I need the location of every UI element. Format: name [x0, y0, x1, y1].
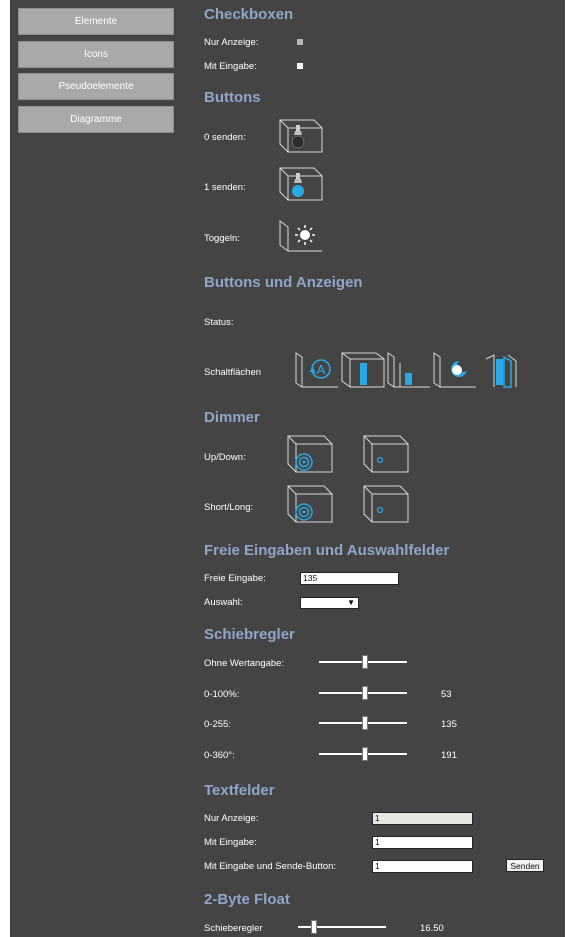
checkbox-input-label: Mit Eingabe:	[204, 61, 257, 72]
slider-value: 191	[441, 750, 457, 761]
textfeld-readonly-input: 1	[372, 812, 473, 825]
freie-eingabe-input[interactable]: 135	[300, 572, 399, 585]
section-schiebe-heading: Schiebregler	[204, 626, 295, 643]
input-checkbox[interactable]	[297, 63, 303, 69]
status-label: Status:	[204, 317, 234, 328]
send0-label: 0 senden:	[204, 132, 246, 143]
slider-thumb[interactable]	[311, 920, 317, 934]
slider-0-255[interactable]	[319, 716, 407, 730]
slider-0-100[interactable]	[319, 686, 407, 700]
senden-button[interactable]: Senden	[506, 859, 544, 872]
float-slider[interactable]	[298, 920, 386, 934]
nav-icons-button[interactable]: Icons	[18, 41, 174, 68]
float-slider-value: 16.50	[420, 923, 444, 934]
float-slider-label: Schieberegler	[204, 923, 263, 934]
textfeld-readonly-label: Nur Anzeige:	[204, 813, 259, 824]
auswahl-label: Auswahl:	[204, 597, 243, 608]
dimmer-updown-label: Up/Down:	[204, 452, 246, 463]
slider-value: 53	[441, 689, 452, 700]
nav-diagramme-button[interactable]: Diagramme	[18, 106, 174, 133]
textfeld-send-label: Mit Eingabe und Sende-Button:	[204, 861, 337, 872]
textfeld-input[interactable]: 1	[372, 836, 473, 849]
textfeld-send-input[interactable]: 1	[372, 860, 473, 873]
content-panel: Elemente Icons Pseudoelemente Diagramme …	[10, 0, 565, 937]
nav-elemente-button[interactable]: Elemente	[18, 8, 174, 35]
section-checkboxen-heading: Checkboxen	[204, 6, 294, 23]
nav-pseudoelemente-button[interactable]: Pseudoelemente	[18, 73, 174, 100]
section-float-heading: 2-Byte Float	[204, 891, 290, 908]
dimmer-shortlong-label: Short/Long:	[204, 502, 254, 513]
freie-eingabe-label: Freie Eingabe:	[204, 573, 266, 584]
slider-label: 0-100%:	[204, 689, 240, 700]
slider-0-360[interactable]	[319, 747, 407, 761]
slider-thumb[interactable]	[362, 747, 368, 761]
section-textfelder-heading: Textfelder	[204, 782, 275, 799]
send1-label: 1 senden:	[204, 182, 246, 193]
slider-value: 135	[441, 719, 457, 730]
slider-thumb[interactable]	[362, 716, 368, 730]
slider-label: 0-255:	[204, 719, 231, 730]
night-mode-button[interactable]	[432, 349, 478, 389]
send0-lamp-button[interactable]	[278, 118, 324, 154]
toggle-label: Toggeln:	[204, 233, 240, 244]
auto-mode-button[interactable]: A	[294, 349, 340, 389]
dimmer-shortlong-indicator	[363, 485, 409, 523]
dimmer-updown-button[interactable]	[286, 434, 334, 474]
slider-thumb[interactable]	[362, 686, 368, 700]
chevron-down-icon: ▼	[347, 598, 355, 607]
slider-label: 0-360°:	[204, 750, 235, 761]
schaltflaechen-label: Schaltflächen	[204, 367, 262, 378]
auswahl-select[interactable]: ▼	[300, 597, 359, 609]
toggle-sun-button[interactable]	[278, 217, 324, 253]
slider-thumb[interactable]	[362, 655, 368, 669]
svg-text:A: A	[317, 362, 326, 377]
textfeld-input-label: Mit Eingabe:	[204, 837, 257, 848]
dimmer-updown-indicator	[363, 435, 409, 473]
slider-label: Ohne Wertangabe:	[204, 658, 285, 669]
slider-ohne-wert[interactable]	[319, 655, 407, 669]
section-dimmer-heading: Dimmer	[204, 409, 260, 426]
section-freie-heading: Freie Eingaben und Auswahlfelder	[204, 542, 450, 559]
window-open-button[interactable]	[478, 349, 524, 389]
send1-lamp-button[interactable]	[278, 166, 324, 202]
checkbox-readonly-label: Nur Anzeige:	[204, 37, 259, 48]
blind-full-button[interactable]	[340, 349, 386, 389]
blind-half-button[interactable]	[386, 349, 432, 389]
dimmer-shortlong-button[interactable]	[286, 484, 334, 524]
section-buttons-heading: Buttons	[204, 89, 261, 106]
section-buttons-anzeigen-heading: Buttons und Anzeigen	[204, 274, 363, 291]
readonly-checkbox	[297, 39, 303, 45]
